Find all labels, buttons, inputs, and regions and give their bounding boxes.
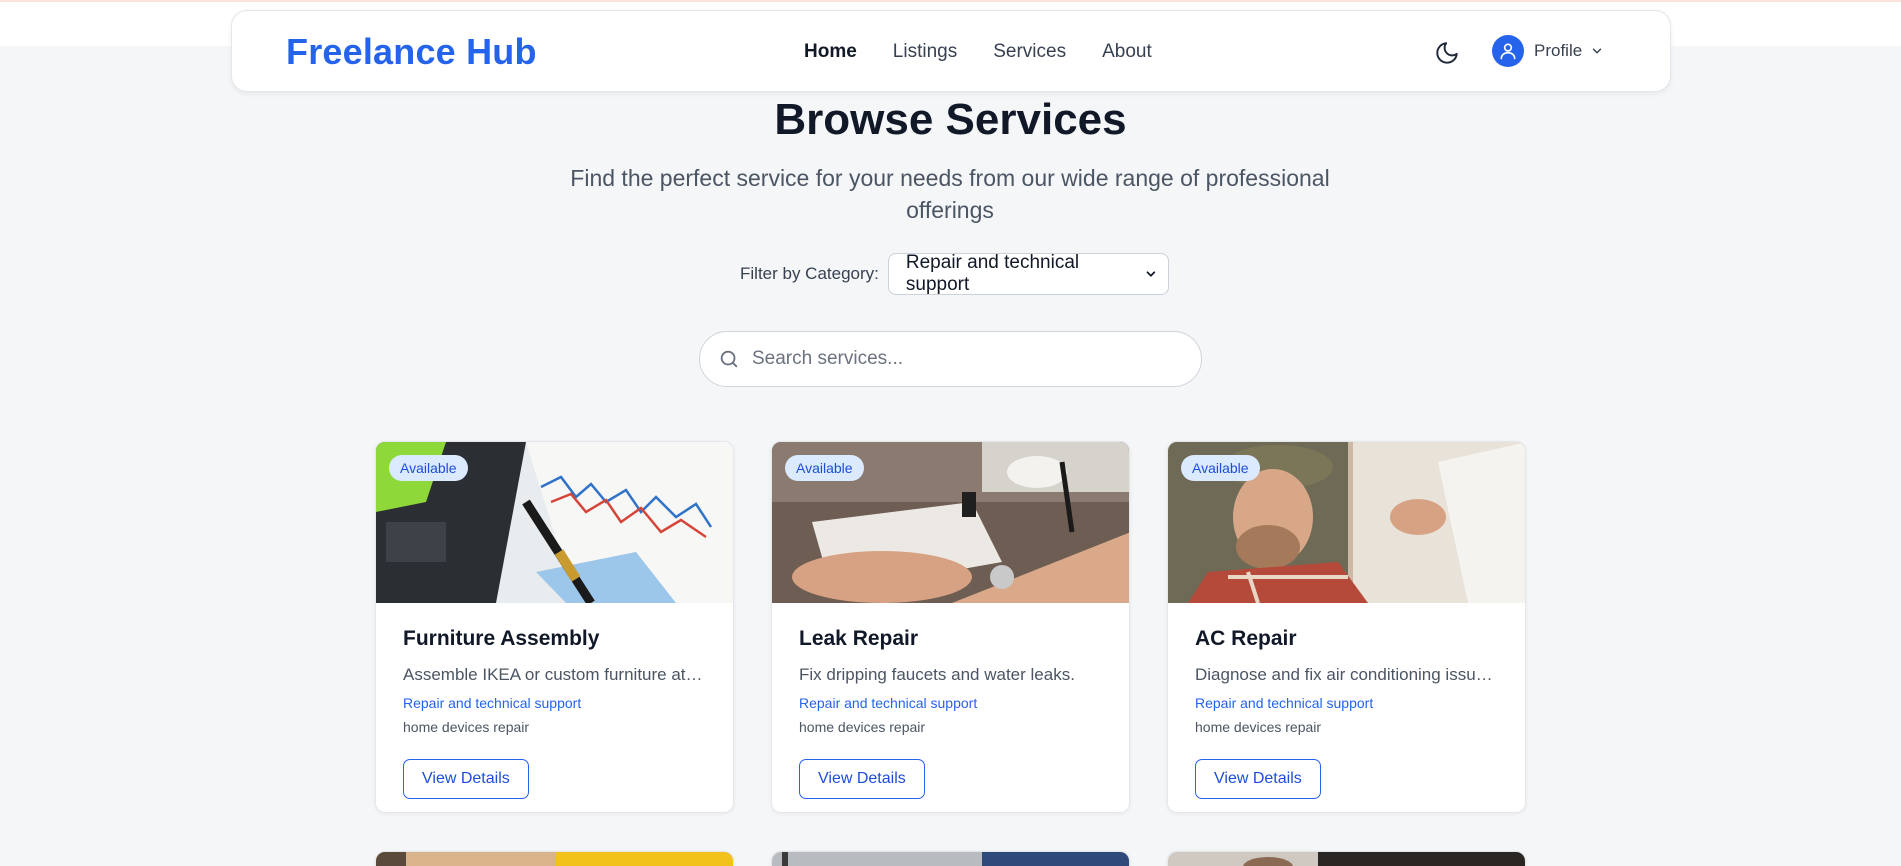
chevron-down-icon [1592, 48, 1602, 54]
service-subcategory: home devices repair [1195, 719, 1322, 735]
navbar: Freelance Hub Home Listings Services Abo… [231, 10, 1671, 92]
view-details-button[interactable]: View Details [1195, 759, 1321, 799]
service-description: Fix dripping faucets and water leaks. [799, 665, 1075, 684]
service-subcategory: home devices repair [799, 719, 926, 735]
availability-badge: Available [785, 455, 864, 481]
user-icon [1492, 35, 1524, 67]
service-description: Diagnose and fix air conditioning issues… [1195, 665, 1498, 684]
search-input[interactable] [752, 348, 1172, 370]
page-subtitle: Find the perfect service for your needs … [570, 165, 1330, 223]
profile-label: Profile [1534, 41, 1583, 60]
service-title: Furniture Assembly [403, 627, 600, 650]
profile-menu[interactable]: Profile [1492, 35, 1604, 67]
view-details-button[interactable]: View Details [799, 759, 925, 799]
nav-link-home[interactable]: Home [804, 41, 857, 63]
brand-logo[interactable]: Freelance Hub [286, 31, 537, 73]
service-card[interactable] [771, 851, 1130, 866]
filter-label: Filter by Category: [740, 264, 879, 283]
nav-link-services[interactable]: Services [993, 41, 1066, 63]
service-subcategory: home devices repair [403, 719, 530, 735]
availability-badge: Available [1181, 455, 1260, 481]
service-title: Leak Repair [799, 627, 919, 650]
service-image: Available [1168, 442, 1525, 603]
availability-badge: Available [389, 455, 468, 481]
view-details-button[interactable]: View Details [403, 759, 529, 799]
page-title: Browse Services [774, 95, 1127, 144]
category-select[interactable]: Repair and technical support [887, 252, 1169, 295]
service-image: Available [772, 442, 1129, 603]
service-category[interactable]: Repair and technical support [799, 695, 1102, 711]
service-title: AC Repair [1195, 627, 1297, 650]
service-card[interactable]: Available Leak Repair Fix dripping fauce… [771, 441, 1130, 813]
nav-links: Home Listings Services About [804, 41, 1152, 63]
service-card[interactable]: Available Furniture Assembly Assemble IK… [375, 441, 734, 813]
service-category[interactable]: Repair and technical support [403, 695, 706, 711]
category-select-value: Repair and technical support [905, 252, 1080, 295]
moon-icon[interactable] [1434, 40, 1460, 66]
category-filter: Filter by Category: Repair and technical… [740, 252, 1169, 295]
service-image: Available [376, 442, 733, 603]
search-bar [699, 331, 1202, 387]
service-card[interactable] [1167, 851, 1526, 866]
chevron-down-icon [1146, 271, 1156, 277]
search-icon [720, 350, 738, 368]
service-card[interactable] [375, 851, 734, 866]
service-category[interactable]: Repair and technical support [1195, 695, 1498, 711]
service-description: Assemble IKEA or custom furniture at hom… [403, 665, 706, 684]
service-card[interactable]: Available AC Repair Diagnose and fix air… [1167, 441, 1526, 813]
nav-link-about[interactable]: About [1102, 41, 1152, 63]
nav-link-listings[interactable]: Listings [893, 41, 957, 63]
